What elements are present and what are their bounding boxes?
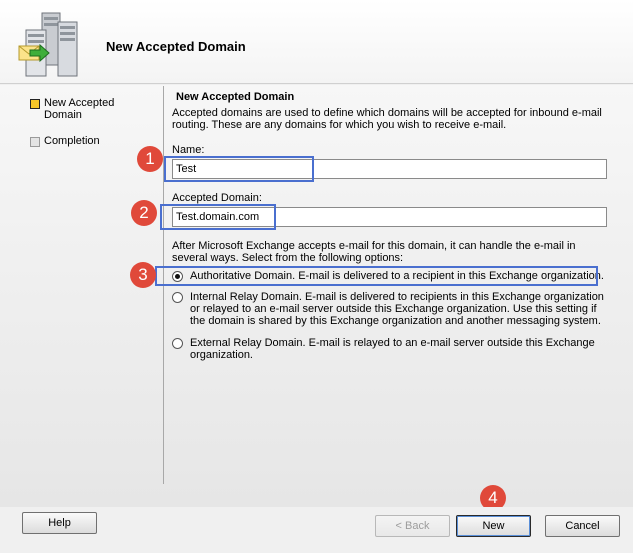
annotation-badge-2: 2 [131, 200, 157, 226]
nav-item-completion[interactable]: Completion [30, 135, 124, 147]
annotation-badge-3: 3 [130, 262, 156, 288]
annotation-badge-1: 1 [137, 146, 163, 172]
highlight-authoritative-option [155, 266, 598, 286]
pending-step-icon [30, 137, 40, 147]
name-label: Name: [172, 144, 205, 156]
option-external-relay-domain[interactable]: External Relay Domain. E-mail is relayed… [172, 337, 610, 361]
nav-item-new-accepted-domain[interactable]: New Accepted Domain [30, 97, 124, 121]
active-step-icon [30, 99, 40, 109]
new-button[interactable]: New [456, 515, 531, 537]
back-button[interactable]: < Back [375, 515, 450, 537]
option-label: External Relay Domain. E-mail is relayed… [190, 337, 595, 361]
nav-item-label: Completion [44, 135, 100, 147]
radio-icon[interactable] [172, 292, 183, 303]
highlight-name-field [164, 156, 314, 182]
wizard-title: New Accepted Domain [106, 39, 246, 54]
accepted-domain-label: Accepted Domain: [172, 192, 262, 204]
options-intro: After Microsoft Exchange accepts e-mail … [172, 240, 576, 264]
nav-item-label: New Accepted Domain [44, 97, 115, 121]
highlight-domain-field [160, 204, 276, 230]
help-button[interactable]: Help [22, 512, 97, 534]
wizard-header: New Accepted Domain [0, 0, 633, 84]
option-internal-relay-domain[interactable]: Internal Relay Domain. E-mail is deliver… [172, 291, 610, 327]
cancel-button[interactable]: Cancel [545, 515, 620, 537]
option-label: Internal Relay Domain. E-mail is deliver… [190, 291, 604, 327]
exchange-servers-icon [18, 12, 78, 77]
page-heading: New Accepted Domain [176, 91, 295, 103]
page-description: Accepted domains are used to define whic… [172, 107, 602, 131]
radio-icon[interactable] [172, 338, 183, 349]
